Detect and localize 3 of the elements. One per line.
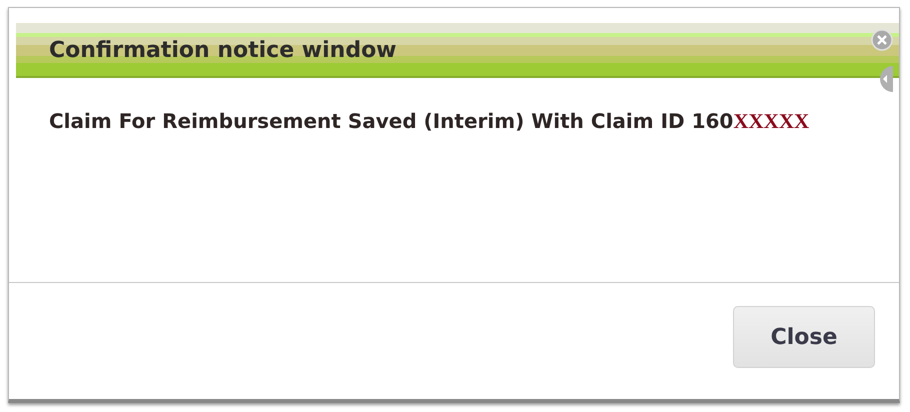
window-title: Confirmation notice window [49,38,397,63]
close-button[interactable]: Close [733,306,875,368]
confirmation-message: Claim For Reimbursement Saved (Interim) With Claim ID 160XXXXX [49,108,810,135]
